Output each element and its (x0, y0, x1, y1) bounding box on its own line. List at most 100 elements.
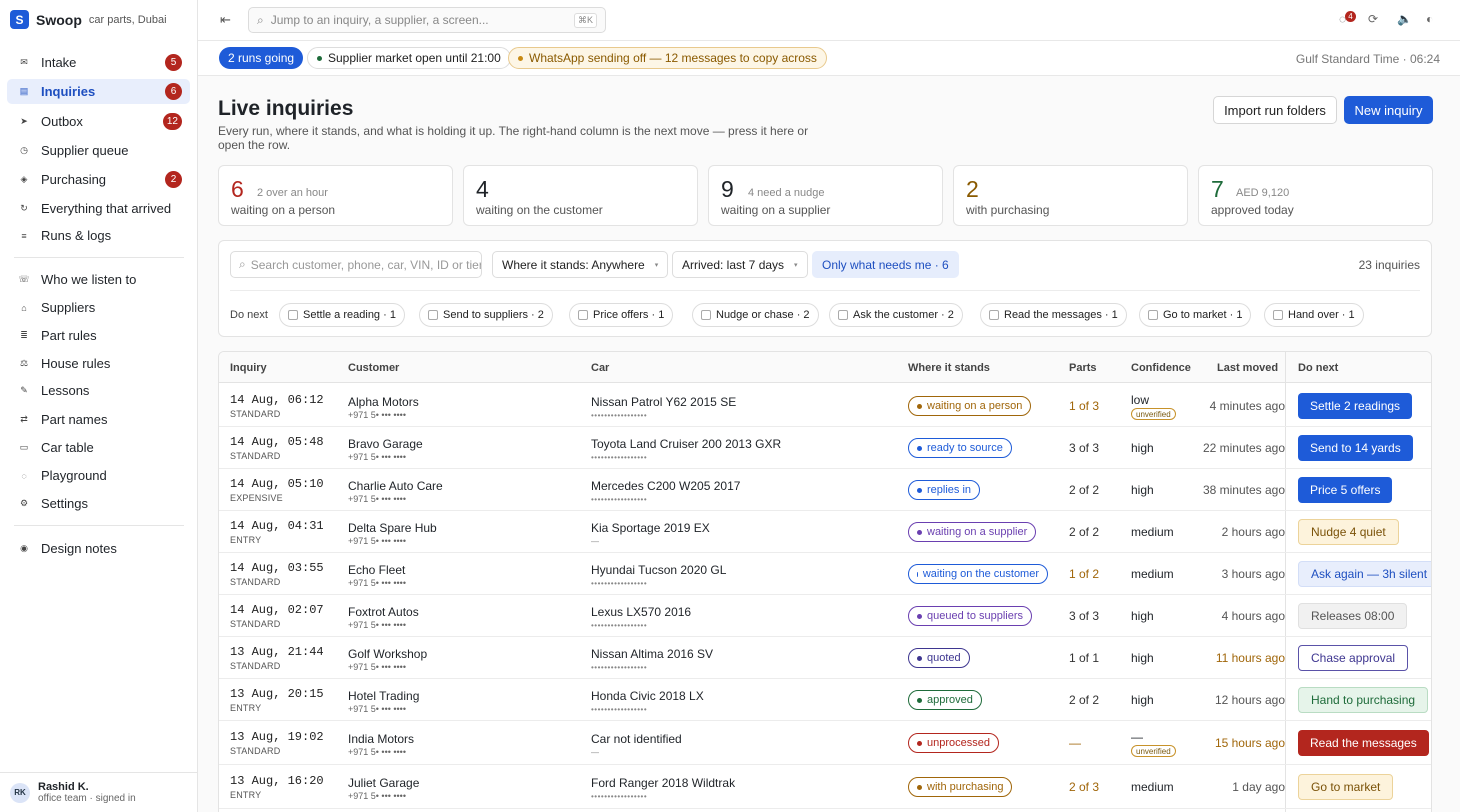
brand[interactable]: S Swoop car parts, Dubai (10, 10, 167, 29)
status-badge[interactable]: quoted (908, 648, 970, 668)
customer-name[interactable]: Charlie Auto Care (348, 479, 443, 493)
do-next-chip[interactable]: Ask the customer · 2 (829, 303, 963, 327)
customer-name[interactable]: Alpha Motors (348, 395, 419, 409)
mute-icon[interactable]: 🔈 (1397, 12, 1412, 26)
column-header[interactable]: Car (591, 362, 609, 374)
arrived-select[interactable]: Arrived: last 7 days ▾ (672, 251, 808, 278)
table-row[interactable]: 14 Aug, 04:31 ENTRY Delta Spare Hub +971 5•… (219, 511, 1431, 553)
sidebar-item-lessons[interactable]: ✎ Lessons (7, 378, 190, 403)
customer-name[interactable]: Echo Fleet (348, 563, 405, 577)
do-next-chip[interactable]: Read the messages · 1 (980, 303, 1127, 327)
sidebar-item-everything-that-arrived[interactable]: ↻ Everything that arrived (7, 196, 190, 221)
sidebar-item-runs-logs[interactable]: ≡ Runs & logs (7, 223, 190, 248)
customer-name[interactable]: Delta Spare Hub (348, 521, 437, 535)
customer-name[interactable]: Bravo Garage (348, 437, 423, 451)
do-next-chip[interactable]: Nudge or chase · 2 (692, 303, 819, 327)
market-status-pill[interactable]: Supplier market open until 21:00 (307, 47, 511, 69)
whatsapp-warning-pill[interactable]: WhatsApp sending off — 12 messages to co… (508, 47, 827, 69)
next-action-button[interactable]: Read the messages (1298, 730, 1429, 756)
import-run-folders-button[interactable]: Import run folders (1213, 96, 1337, 124)
sidebar-item-part-names[interactable]: ⇄ Part names (7, 407, 190, 432)
table-row[interactable]: 13 Aug, 19:02 STANDARD India Motors +971 5•… (219, 721, 1431, 765)
next-action-button[interactable]: Ask again — 3h silent (1298, 561, 1431, 587)
sidebar-item-design-notes[interactable]: ◉ Design notes (7, 536, 190, 561)
table-row[interactable]: 13 Aug, 21:44 STANDARD Golf Workshop +971 5… (219, 637, 1431, 679)
status-badge[interactable]: approved (908, 690, 982, 710)
column-header[interactable]: Parts (1069, 362, 1097, 374)
status-badge[interactable]: queued to suppliers (908, 606, 1033, 626)
column-header[interactable]: Where it stands (908, 362, 990, 374)
next-action-button[interactable]: Go to market (1298, 774, 1394, 800)
next-action-button[interactable]: Chase approval (1298, 645, 1409, 671)
customer-name[interactable]: India Motors (348, 732, 414, 746)
next-action-button[interactable]: Price 5 offers (1298, 477, 1393, 503)
collapse-sidebar-icon[interactable]: ⇤ (220, 12, 231, 28)
runs-going-pill[interactable]: 2 runs going (219, 47, 304, 69)
user-profile[interactable]: RK Rashid K. office team · signed in (0, 772, 197, 812)
sidebar-item-purchasing[interactable]: ◈ Purchasing 2 (7, 167, 190, 192)
do-next-chip[interactable]: Hand over · 1 (1264, 303, 1364, 327)
table-row[interactable]: 14 Aug, 05:48 STANDARD Bravo Garage +971 5•… (219, 427, 1431, 469)
global-search-input[interactable]: ⌕ Jump to an inquiry, a supplier, a scre… (248, 7, 606, 33)
stat-card-approved-today[interactable]: 7 AED 9,120 approved today (1198, 165, 1433, 226)
sidebar-item-suppliers[interactable]: ⌂ Suppliers (7, 295, 190, 320)
table-row[interactable]: 14 Aug, 02:07 STANDARD Foxtrot Autos +971 5… (219, 595, 1431, 637)
checkbox[interactable] (428, 310, 438, 320)
table-row[interactable]: 14 Aug, 03:55 STANDARD Echo Fleet +971 5• •… (219, 553, 1431, 595)
status-badge[interactable]: waiting on the customer (908, 564, 1048, 584)
sidebar-item-intake[interactable]: ✉ Intake 5 (7, 50, 190, 75)
do-next-chip[interactable]: Settle a reading · 1 (279, 303, 405, 327)
column-header[interactable]: Confidence (1131, 362, 1191, 374)
where-it-stands-select[interactable]: Where it stands: Anywhere ▾ (492, 251, 669, 278)
table-row[interactable]: 13 Aug, 20:15 ENTRY Hotel Trading +971 5• •… (219, 679, 1431, 721)
checkbox[interactable] (578, 310, 588, 320)
do-next-chip[interactable]: Go to market · 1 (1139, 303, 1252, 327)
checkbox[interactable] (701, 310, 711, 320)
checkbox[interactable] (1273, 310, 1283, 320)
column-header[interactable]: Inquiry (230, 362, 267, 374)
customer-name[interactable]: Juliet Garage (348, 776, 419, 790)
status-badge[interactable]: waiting on a person (908, 396, 1032, 416)
checkbox[interactable] (989, 310, 999, 320)
next-action-button[interactable]: Hand to purchasing (1298, 687, 1429, 713)
table-row[interactable]: 13 Aug, 16:20 ENTRY Juliet Garage +971 5• •… (219, 765, 1431, 809)
sidebar-item-car-table[interactable]: ▭ Car table (7, 435, 190, 460)
status-badge[interactable]: with purchasing (908, 777, 1013, 797)
stat-card-waiting-on-a-supplier[interactable]: 9 4 need a nudge waiting on a supplier (708, 165, 943, 226)
do-next-chip[interactable]: Send to suppliers · 2 (419, 303, 553, 327)
sidebar-item-part-rules[interactable]: ≣ Part rules (7, 323, 190, 348)
stat-card-waiting-on-a-person[interactable]: 6 2 over an hour waiting on a person (218, 165, 453, 226)
do-next-chip[interactable]: Price offers · 1 (569, 303, 674, 327)
sidebar-item-supplier-queue[interactable]: ◷ Supplier queue (7, 138, 190, 163)
status-badge[interactable]: waiting on a supplier (908, 522, 1037, 542)
sidebar-item-house-rules[interactable]: ⚖ House rules (7, 351, 190, 376)
stat-card-waiting-on-the-customer[interactable]: 4 waiting on the customer (463, 165, 698, 226)
table-row[interactable]: 14 Aug, 05:10 EXPENSIVE Charlie Auto Care +… (219, 469, 1431, 511)
column-header[interactable]: Do next (1298, 362, 1338, 374)
sidebar-item-outbox[interactable]: ➤ Outbox 12 (7, 109, 190, 134)
next-action-button[interactable]: Releases 08:00 (1298, 603, 1408, 629)
new-inquiry-button[interactable]: New inquiry (1344, 96, 1433, 124)
column-header[interactable]: Last moved (1217, 362, 1278, 374)
inquiry-search-input[interactable]: ⌕ Search customer, phone, car, VIN, ID o… (230, 251, 482, 278)
theme-toggle-icon[interactable]: ◐ (1426, 12, 1433, 26)
sidebar-item-inquiries[interactable]: ▤ Inquiries 6 (7, 79, 190, 104)
next-action-button[interactable]: Settle 2 readings (1298, 393, 1413, 419)
status-badge[interactable]: unprocessed (908, 733, 999, 753)
customer-name[interactable]: Golf Workshop (348, 647, 427, 661)
next-action-button[interactable]: Send to 14 yards (1298, 435, 1413, 461)
stat-card-with-purchasing[interactable]: 2 with purchasing (953, 165, 1188, 226)
needs-me-toggle[interactable]: Only what needs me · 6 (812, 251, 959, 278)
sidebar-item-settings[interactable]: ⚙ Settings (7, 491, 190, 516)
checkbox[interactable] (288, 310, 298, 320)
customer-name[interactable]: Foxtrot Autos (348, 605, 419, 619)
checkbox[interactable] (1148, 310, 1158, 320)
next-action-button[interactable]: Nudge 4 quiet (1298, 519, 1399, 545)
refresh-icon[interactable]: ⟳ (1368, 12, 1378, 26)
sidebar-item-who-we-listen-to[interactable]: ☏ Who we listen to (7, 267, 190, 292)
table-row[interactable]: 14 Aug, 06:12 STANDARD Alpha Motors +971 5•… (219, 384, 1431, 427)
sidebar-item-playground[interactable]: ◌ Playground (7, 463, 190, 488)
column-header[interactable]: Customer (348, 362, 399, 374)
customer-name[interactable]: Hotel Trading (348, 689, 419, 703)
checkbox[interactable] (838, 310, 848, 320)
